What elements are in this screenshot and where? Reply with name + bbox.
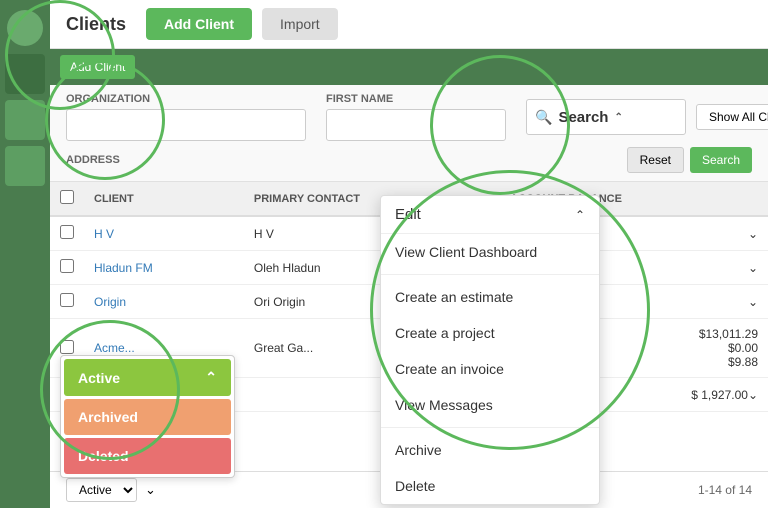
client-name-3[interactable]: Origin xyxy=(84,285,244,319)
first-name-filter-label: FIRST NAME xyxy=(326,93,446,105)
menu-item-estimate[interactable]: Create an estimate xyxy=(381,279,599,315)
status-dropdown: Active ⌃ Archived Deleted xyxy=(60,355,235,478)
menu-item-project[interactable]: Create a project xyxy=(381,315,599,351)
row-checkbox-3[interactable] xyxy=(60,293,74,307)
status-option-active[interactable]: Active ⌃ xyxy=(64,359,231,396)
pagination-info: 1-14 of 14 xyxy=(698,483,752,497)
sidebar-item-2[interactable] xyxy=(5,100,45,140)
org-filter-label: ORGANIZATION xyxy=(66,93,186,105)
menu-item-delete[interactable]: Delete xyxy=(381,468,599,504)
context-menu-edit-label: Edit xyxy=(395,206,421,223)
filter-row-1: ORGANIZATION FIRST NAME 🔍 Search ⌃ xyxy=(66,93,752,141)
chevron-up-icon: ⌃ xyxy=(614,112,622,123)
page-title: Clients xyxy=(66,14,126,35)
menu-item-archive[interactable]: Archive xyxy=(381,432,599,468)
filter-buttons: Reset Search xyxy=(627,147,752,173)
reset-button[interactable]: Reset xyxy=(627,147,684,173)
add-client-button[interactable]: Add Client xyxy=(146,8,252,40)
status-active-label: Active xyxy=(78,370,120,386)
import-button[interactable]: Import xyxy=(262,8,338,40)
header-bar: Clients Add Client Import xyxy=(50,0,768,49)
filter-bar: ORGANIZATION FIRST NAME 🔍 Search ⌃ xyxy=(50,85,768,182)
status-option-archived[interactable]: Archived xyxy=(64,399,231,435)
filter-row-2: ADDRESS Reset Search xyxy=(66,147,752,173)
search-label: Search xyxy=(558,109,608,126)
context-menu-header: Edit ⌃ xyxy=(381,196,599,234)
address-filter-label: ADDRESS xyxy=(66,154,186,166)
show-all-select[interactable]: Show All Clients xyxy=(696,104,768,130)
menu-divider-2 xyxy=(381,427,599,428)
organization-input[interactable] xyxy=(66,109,306,141)
filter-right: Show All Clients xyxy=(696,104,768,130)
context-menu: Edit ⌃ View Client Dashboard Create an e… xyxy=(380,195,600,505)
row-checkbox-4[interactable] xyxy=(60,340,74,354)
search-box[interactable]: 🔍 Search ⌃ xyxy=(526,99,686,135)
search-icon: 🔍 xyxy=(535,109,552,126)
sidebar xyxy=(0,0,50,508)
menu-item-invoice[interactable]: Create an invoice xyxy=(381,351,599,387)
status-active-chevron-icon: ⌃ xyxy=(205,369,217,386)
sidebar-item-3[interactable] xyxy=(5,146,45,186)
row-checkbox-2[interactable] xyxy=(60,259,74,273)
status-select[interactable]: Active xyxy=(66,478,137,502)
sub-header: Add Client xyxy=(50,49,768,85)
first-name-input[interactable] xyxy=(326,109,506,141)
client-name-1[interactable]: H V xyxy=(84,216,244,251)
sidebar-logo xyxy=(7,10,43,46)
chevron-down-icon: ⌄ xyxy=(145,482,156,498)
select-all-checkbox[interactable] xyxy=(60,190,74,204)
menu-item-messages[interactable]: View Messages xyxy=(381,387,599,423)
row-checkbox-1[interactable] xyxy=(60,225,74,239)
col-client: CLIENT xyxy=(84,182,244,216)
menu-item-dashboard[interactable]: View Client Dashboard xyxy=(381,234,599,270)
status-archived-label: Archived xyxy=(78,409,138,425)
client-name-2[interactable]: Hladun FM xyxy=(84,251,244,285)
context-menu-chevron-icon: ⌃ xyxy=(575,208,585,222)
add-client-small-button[interactable]: Add Client xyxy=(60,55,135,79)
sidebar-item-clients[interactable] xyxy=(5,54,45,94)
status-deleted-label: Deleted xyxy=(78,448,129,464)
status-option-deleted[interactable]: Deleted xyxy=(64,438,231,474)
search-button[interactable]: Search xyxy=(690,147,752,173)
menu-divider-1 xyxy=(381,274,599,275)
col-checkbox xyxy=(50,182,84,216)
